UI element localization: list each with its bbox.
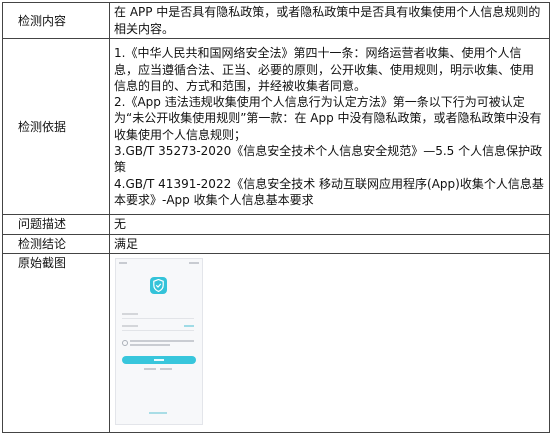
status-time [119,262,127,265]
content-label: 检测内容 [2,1,110,40]
screenshot-label: 原始截图 [2,253,110,434]
row-conclusion: 检测结论 满足 [2,233,550,255]
secondary-link [144,368,156,371]
conclusion-label: 检测结论 [2,233,110,255]
shield-logo-icon [150,277,167,295]
row-content: 检测内容 在 APP 中是否具有隐私政策，或者隐私政策中是否具有收集使用个人信息… [2,1,550,40]
login-button-label [154,359,164,362]
content-value: 在 APP 中是否具有隐私政策，或者隐私政策中是否具有收集使用个人信息规则的相关… [109,1,550,40]
phone-number-field [122,311,194,320]
row-basis: 检测依据 1.《中华人民共和国网络安全法》第四十一条：网络运营者收集、使用个人信… [2,38,550,216]
issue-value: 无 [109,214,550,235]
basis-item-4: 4.GB/T 41391-2022《信息安全技术 移动互联网应用程序(App)收… [114,176,544,207]
screenshot-cell [109,253,550,434]
field-placeholder [122,313,138,316]
basis-item-1: 1.《中华人民共和国网络安全法》第四十一条：网络运营者收集、使用个人信息，应当遵… [114,46,535,93]
get-code-link [184,325,194,328]
basis-item-3: 3.GB/T 35273-2020《信息安全技术个人信息安全规范》—5.5 个人… [114,143,543,175]
row-issue: 问题描述 无 [2,214,550,235]
basis-value: 1.《中华人民共和国网络安全法》第四十一条：网络运营者收集、使用个人信息，应当遵… [109,38,550,216]
agreement-checkbox [122,340,128,347]
basis-label: 检测依据 [2,38,110,216]
verification-code-field [122,323,194,332]
secondary-links [144,368,174,371]
login-button [122,356,196,365]
secondary-link [160,368,172,371]
conclusion-value: 满足 [109,233,550,255]
basis-item-2: 2.《App 违法违规收集使用个人信息行为认定方法》第一条以下行为可被认定为“未… [114,95,542,142]
agreement-text [130,340,194,343]
privacy-agreement [122,339,196,349]
row-screenshot: 原始截图 [2,253,550,434]
agreement-text [130,344,170,347]
app-login-screenshot [115,258,203,426]
inspection-table: 检测内容 在 APP 中是否具有隐私政策，或者隐私政策中是否具有收集使用个人信息… [2,1,550,434]
bottom-link [149,412,167,415]
battery-icon [189,262,199,265]
issue-label: 问题描述 [2,214,110,235]
field-placeholder [122,325,138,328]
status-bar [119,261,199,265]
